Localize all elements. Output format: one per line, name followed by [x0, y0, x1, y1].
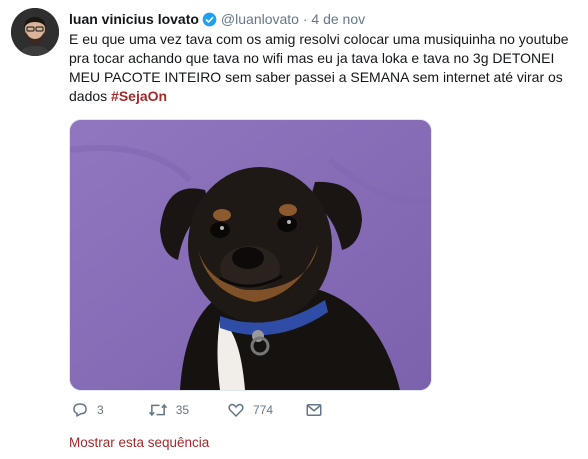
avatar[interactable] [11, 8, 59, 56]
tweet-text: E eu que uma vez tava com os amig resolv… [69, 30, 574, 106]
hashtag-link[interactable]: #SejaOn [111, 88, 167, 104]
tweet-media[interactable] [69, 119, 432, 391]
tweet-header: luan vinicius lovato @luanlovato · 4 de n… [69, 10, 365, 28]
tweet-actions: 3 35 774 [71, 401, 323, 419]
envelope-icon [306, 404, 322, 416]
message-button[interactable] [305, 401, 323, 419]
like-button[interactable]: 774 [227, 401, 273, 419]
retweet-icon [148, 403, 167, 417]
avatar-image [11, 8, 59, 56]
reply-icon [73, 403, 87, 417]
like-count: 774 [253, 403, 274, 417]
smiling-dog-photo-icon [70, 120, 431, 390]
show-thread-link[interactable]: Mostrar esta sequência [69, 435, 209, 450]
author-handle[interactable]: @luanlovato [221, 11, 299, 27]
verified-icon [202, 12, 217, 27]
separator: · [302, 11, 308, 27]
retweet-button[interactable]: 35 [148, 401, 189, 419]
reply-count: 3 [97, 403, 104, 417]
tweet-date[interactable]: 4 de nov [311, 11, 365, 27]
reply-button[interactable]: 3 [71, 401, 104, 419]
author-name[interactable]: luan vinicius lovato [69, 11, 199, 27]
retweet-count: 35 [175, 403, 190, 417]
tweet: luan vinicius lovato @luanlovato · 4 de n… [0, 0, 588, 459]
heart-icon [228, 403, 244, 417]
